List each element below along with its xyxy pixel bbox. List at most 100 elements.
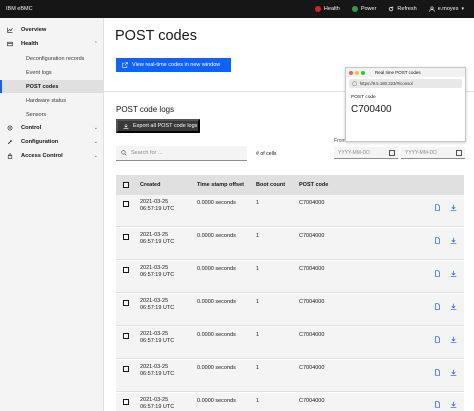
row-time: 06:57:19 UTC [140, 272, 175, 278]
from-date-field[interactable]: YYYY-MM-DD [334, 147, 398, 159]
health-icon [7, 41, 13, 47]
row-date: 2021-03-25 [140, 364, 169, 370]
power-status-icon [351, 6, 358, 12]
header-actions: Health Power Refresh e.moyes ▾ [309, 0, 470, 18]
row-post-code: C7004000 [299, 299, 325, 305]
document-icon[interactable] [434, 401, 441, 408]
document-icon[interactable] [434, 204, 441, 211]
row-checkbox[interactable] [123, 300, 129, 306]
document-icon[interactable] [434, 270, 441, 277]
download-icon[interactable] [450, 237, 457, 244]
row-post-code: C7004000 [299, 332, 325, 338]
row-date: 2021-03-25 [140, 265, 169, 271]
export-logs-button[interactable]: Export all POST code logs [116, 119, 200, 133]
section-title: POST code logs [116, 105, 175, 114]
popup-title-bar: Real time POST codes [346, 68, 465, 77]
user-avatar-icon [428, 6, 435, 12]
row-checkbox[interactable] [123, 366, 129, 372]
row-boot-count: 1 [256, 332, 260, 338]
view-realtime-codes-label: View real-time codes in new window [132, 62, 221, 68]
row-post-code: C7004000 [299, 365, 325, 371]
row-boot-count: 1 [256, 365, 260, 371]
row-checkbox[interactable] [123, 399, 129, 405]
refresh-button[interactable]: Refresh [382, 0, 422, 18]
download-icon[interactable] [450, 303, 457, 310]
download-icon[interactable] [450, 369, 457, 376]
table-row: 2021-03-25 06:57:19 UTC 0.0000 seconds 1 … [116, 294, 464, 326]
sidebar-subitem-label: Sensors [26, 111, 47, 118]
row-checkbox[interactable] [123, 333, 129, 339]
row-checkbox[interactable] [123, 267, 129, 273]
column-boot-count[interactable]: Boot count [256, 182, 285, 188]
sidebar-item-event-logs[interactable]: Event logs [0, 66, 103, 79]
user-label: e.moyes [437, 6, 459, 12]
row-time: 06:57:19 UTC [140, 206, 175, 212]
row-created: 2021-03-25 06:57:19 UTC [140, 397, 180, 411]
sidebar-item-configuration[interactable]: Configuration ⌄ [0, 135, 104, 149]
row-boot-count: 1 [256, 398, 260, 404]
page-title: POST codes [115, 28, 197, 44]
document-icon[interactable] [434, 303, 441, 310]
column-created[interactable]: Created [140, 182, 160, 188]
window-minimize-icon[interactable] [355, 70, 359, 75]
row-created: 2021-03-25 06:57:19 UTC [140, 199, 180, 213]
chevron-down-icon: ⌄ [93, 153, 98, 159]
to-date-field[interactable]: YYYY-MM-DD [401, 147, 465, 159]
chevron-down-icon: ▾ [461, 6, 464, 12]
power-status-button[interactable]: Power [346, 0, 383, 18]
popup-url-bar[interactable]: ◯ https://9.5.180.223/#/consol [349, 79, 462, 88]
download-icon[interactable] [450, 336, 457, 343]
download-icon[interactable] [450, 270, 457, 277]
sidebar-item-control[interactable]: Control ⌄ [0, 121, 104, 135]
view-realtime-codes-button[interactable]: View real-time codes in new window [116, 58, 231, 72]
search-icon [121, 150, 127, 156]
table-row: 2021-03-25 06:57:19 UTC 0.0000 seconds 1 … [116, 327, 464, 359]
overview-icon [7, 27, 13, 33]
sidebar-item-hardware-status[interactable]: Hardware status [0, 94, 103, 107]
search-input[interactable]: Search for ... [116, 146, 247, 161]
access-control-icon [7, 153, 13, 159]
sidebar-item-overview[interactable]: Overview [0, 23, 104, 37]
sidebar-item-post-codes[interactable]: POST codes [0, 80, 103, 93]
window-close-icon[interactable] [349, 70, 353, 75]
sidebar-item-label: Health [21, 41, 39, 47]
to-date-placeholder: YYYY-MM-DD [405, 149, 437, 156]
user-menu-button[interactable]: e.moyes ▾ [423, 0, 470, 18]
sidebar-item-health[interactable]: Health ⌃ [0, 37, 104, 51]
popup-post-code-value: C700400 [351, 104, 392, 115]
sidebar-subitem-label: POST codes [26, 83, 59, 90]
sidebar-item-access-control[interactable]: Access Control ⌄ [0, 149, 104, 163]
row-time: 06:57:19 UTC [140, 371, 175, 377]
row-created: 2021-03-25 06:57:19 UTC [140, 232, 180, 246]
row-offset: 0.0000 seconds [197, 332, 236, 338]
shield-icon: ◯ [352, 80, 357, 86]
export-logs-label: Export all POST code logs [133, 123, 198, 129]
sidebar-item-sensors[interactable]: Sensors [0, 108, 103, 121]
row-time: 06:57:19 UTC [140, 338, 175, 344]
select-all-checkbox[interactable] [123, 182, 129, 188]
health-label: Health [323, 6, 340, 12]
row-checkbox[interactable] [123, 234, 129, 240]
window-maximize-icon[interactable] [361, 70, 365, 75]
health-status-icon [314, 6, 321, 12]
row-boot-count: 1 [256, 299, 260, 305]
document-icon[interactable] [434, 237, 441, 244]
power-label: Power [360, 6, 377, 12]
column-time-stamp-offset[interactable]: Time stamp offset [197, 182, 244, 188]
popup-post-code-label: POST code [351, 95, 376, 100]
sidebar-item-deconfiguration-records[interactable]: Deconfiguration records [0, 52, 103, 65]
control-icon [7, 125, 13, 131]
document-icon[interactable] [434, 336, 441, 343]
row-checkbox[interactable] [123, 201, 129, 207]
row-offset: 0.0000 seconds [197, 365, 236, 371]
column-post-code[interactable]: POST code [299, 182, 328, 188]
health-status-button[interactable]: Health [309, 0, 346, 18]
download-icon[interactable] [450, 204, 457, 211]
row-time: 06:57:19 UTC [140, 239, 175, 245]
row-date: 2021-03-25 [140, 331, 169, 337]
row-date: 2021-03-25 [140, 232, 169, 238]
table-row: 2021-03-25 06:57:19 UTC 0.0000 seconds 1 … [116, 360, 464, 392]
download-icon[interactable] [450, 401, 457, 408]
document-icon[interactable] [434, 369, 441, 376]
row-boot-count: 1 [256, 233, 260, 239]
